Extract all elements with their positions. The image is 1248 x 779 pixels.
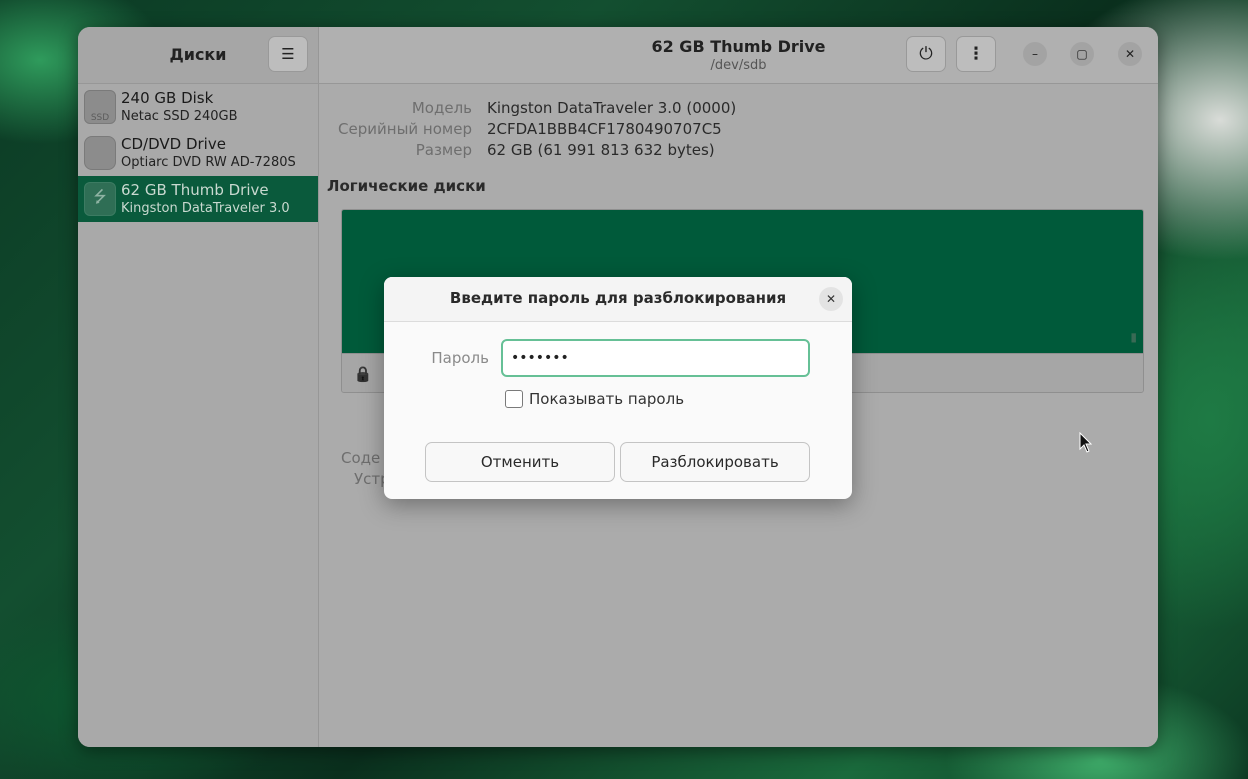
password-label: Пароль [431, 349, 489, 367]
unlock-dialog: Введите пароль для разблокирования ✕ Пар… [384, 277, 852, 499]
volumes-title: Логические диски [327, 177, 486, 195]
model-label: Модель [411, 99, 472, 117]
device-title: CD/DVD Drive [121, 135, 226, 153]
maximize-icon: ▢ [1076, 47, 1088, 61]
optical-drive-icon [84, 136, 116, 170]
unlock-button[interactable]: Разблокировать [620, 442, 810, 482]
cancel-button[interactable]: Отменить [425, 442, 615, 482]
power-off-button[interactable]: ⏻ [906, 36, 946, 72]
maximize-button[interactable]: ▢ [1070, 42, 1094, 66]
device-subtitle: Optiarc DVD RW AD-7280S [121, 155, 296, 170]
device-title: 62 GB Thumb Drive [121, 181, 269, 199]
close-icon: ✕ [1124, 47, 1136, 61]
device-item-usb[interactable]: ⭍ 62 GB Thumb Drive Kingston DataTravele… [78, 176, 318, 222]
device-title: 240 GB Disk [121, 89, 214, 107]
close-icon: ✕ [825, 292, 837, 306]
serial-label: Серийный номер [338, 120, 472, 138]
more-vertical-icon: ⋮ [967, 44, 985, 64]
sidebar-header: Диски ☰ [78, 27, 319, 84]
show-password-checkbox[interactable] [505, 390, 523, 408]
minimize-button[interactable]: – [1023, 42, 1047, 66]
lock-icon: 🔒 [353, 365, 373, 383]
close-button[interactable]: ✕ [1118, 42, 1142, 66]
main-menu-button[interactable]: ☰ [268, 36, 308, 72]
lock-icon: ▮ [1130, 330, 1137, 344]
dialog-header: Введите пароль для разблокирования ✕ [384, 277, 852, 322]
model-value: Kingston DataTraveler 3.0 (0000) [487, 99, 737, 117]
device-subtitle: Kingston DataTraveler 3.0 [121, 201, 290, 216]
dialog-title: Введите пароль для разблокирования [449, 289, 787, 307]
serial-value: 2CFDA1BBB4CF1780490707C5 [487, 120, 722, 138]
hamburger-icon: ☰ [281, 45, 295, 63]
size-label: Размер [415, 141, 472, 159]
show-password-label[interactable]: Показывать пароль [529, 390, 684, 408]
device-subtitle: Netac SSD 240GB [121, 109, 238, 124]
drive-options-button[interactable]: ⋮ [956, 36, 996, 72]
ssd-icon: SSD [84, 90, 116, 124]
device-item-optical[interactable]: CD/DVD Drive Optiarc DVD RW AD-7280S [78, 130, 318, 176]
dialog-close-button[interactable]: ✕ [819, 287, 843, 311]
content-label: Соде [341, 449, 381, 467]
usb-icon: ⭍ [84, 182, 116, 216]
unlock-volume-button[interactable]: 🔒 [348, 360, 378, 388]
minimize-icon: – [1032, 47, 1038, 61]
device-list: SSD 240 GB Disk Netac SSD 240GB CD/DVD D… [78, 84, 319, 747]
password-input[interactable] [501, 339, 810, 377]
device-item-ssd[interactable]: SSD 240 GB Disk Netac SSD 240GB [78, 84, 318, 130]
size-value: 62 GB (61 991 813 632 bytes) [487, 141, 715, 159]
power-icon: ⏻ [919, 44, 933, 64]
